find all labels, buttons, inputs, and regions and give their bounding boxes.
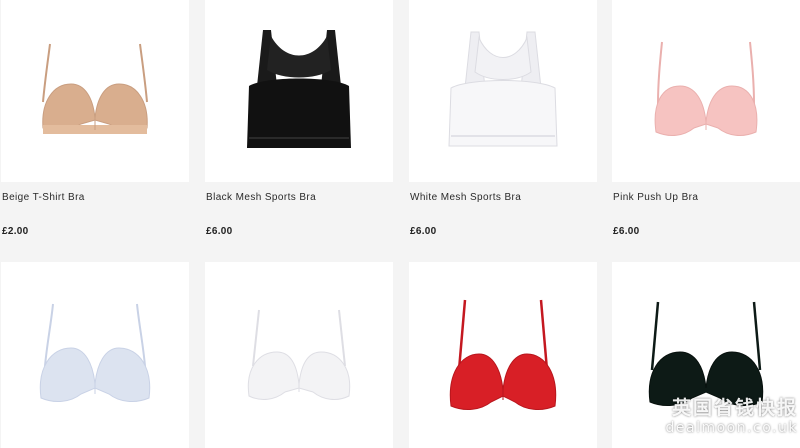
product-card-blue-bra[interactable] <box>1 262 189 448</box>
product-name[interactable]: Pink Push Up Bra <box>613 192 698 203</box>
product-card-red-bra[interactable] <box>409 262 597 448</box>
bra-image-red <box>449 299 557 410</box>
product-card-black-mesh-sports-bra[interactable]: Black Mesh Sports Bra £6.00 <box>205 0 393 237</box>
product-image[interactable] <box>205 262 393 448</box>
product-name[interactable]: Beige T-Shirt Bra <box>2 192 85 203</box>
bra-image-white <box>247 309 351 400</box>
product-image[interactable] <box>409 0 597 182</box>
product-price: £6.00 <box>206 226 233 237</box>
product-card-beige-tshirt-bra[interactable]: Beige T-Shirt Bra £2.00 <box>1 0 189 237</box>
dealmoon-watermark: 英国省钱快报 dealmoon.co.uk <box>665 397 798 437</box>
watermark-chinese-text: 英国省钱快报 <box>671 397 798 419</box>
bra-image-pink <box>654 41 758 136</box>
product-image[interactable] <box>205 0 393 182</box>
product-card-white-mesh-sports-bra[interactable]: White Mesh Sports Bra £6.00 <box>409 0 597 237</box>
bra-image-beige <box>42 43 148 134</box>
product-image[interactable] <box>409 262 597 448</box>
product-price: £2.00 <box>2 226 29 237</box>
product-card-white-bra[interactable] <box>205 262 393 448</box>
product-price: £6.00 <box>613 226 640 237</box>
product-image[interactable] <box>1 0 189 182</box>
product-price: £6.00 <box>410 226 437 237</box>
bra-image-light-blue <box>39 303 151 402</box>
product-name[interactable]: Black Mesh Sports Bra <box>206 192 316 203</box>
bra-image-white-sports <box>448 31 558 147</box>
product-grid: Beige T-Shirt Bra £2.00 Black Mesh Sport… <box>0 0 800 448</box>
product-image[interactable] <box>612 0 800 182</box>
product-card-pink-push-up-bra[interactable]: Pink Push Up Bra £6.00 <box>612 0 800 237</box>
bra-image-black-sports <box>247 30 351 148</box>
product-name[interactable]: White Mesh Sports Bra <box>410 192 521 203</box>
product-image[interactable] <box>1 262 189 448</box>
watermark-domain-text: dealmoon.co.uk <box>665 420 798 436</box>
